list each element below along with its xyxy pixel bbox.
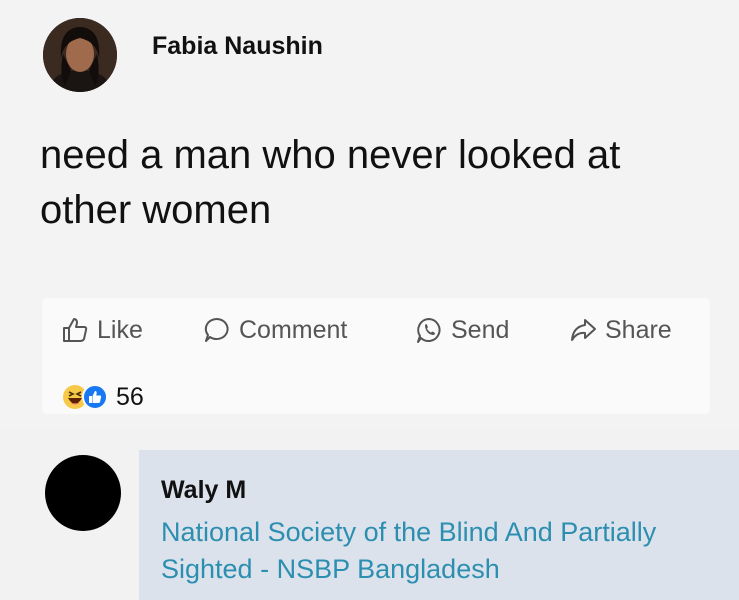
comment-bubble-icon: [204, 317, 229, 342]
author-name[interactable]: Fabia Naushin: [152, 32, 323, 61]
comment-author[interactable]: Waly M: [161, 476, 246, 505]
post-text: need a man who never looked at other wom…: [40, 133, 621, 232]
share-label: Share: [605, 315, 672, 344]
avatar-photo-image: [43, 18, 117, 92]
reaction-summary[interactable]: 56: [62, 382, 144, 412]
comment-label: Comment: [239, 315, 348, 344]
share-button[interactable]: Share: [568, 310, 672, 350]
send-button[interactable]: Send: [414, 310, 509, 350]
like-icon: [82, 384, 108, 410]
share-arrow-icon: [571, 319, 596, 341]
comment-text[interactable]: National Society of the Blind And Partia…: [161, 514, 731, 588]
commenter-avatar[interactable]: [45, 455, 121, 531]
reaction-count: 56: [116, 382, 144, 411]
like-button[interactable]: Like: [60, 310, 143, 350]
whatsapp-icon: [417, 318, 441, 343]
comment-button[interactable]: Comment: [202, 310, 347, 350]
author-avatar[interactable]: [43, 18, 117, 92]
post-actions-bar: Like Comment Send Share 56: [42, 298, 710, 414]
like-label: Like: [97, 315, 143, 344]
thumbs-up-icon: [63, 318, 88, 342]
comment-bubble: Waly M National Society of the Blind And…: [139, 450, 739, 600]
send-label: Send: [451, 315, 510, 344]
post-card: Fabia Naushin need a man who never looke…: [0, 0, 739, 430]
